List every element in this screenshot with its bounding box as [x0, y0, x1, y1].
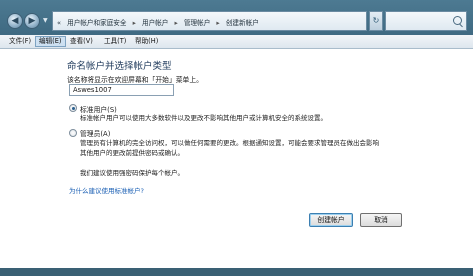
- menu-tools[interactable]: 工具(T): [101, 36, 129, 47]
- breadcrumb: « 用户帐户和家庭安全 ▸ 用户帐户 ▸ 管理帐户 ▸ 创建新帐户: [57, 17, 263, 27]
- standard-user-description: 标准帐户用户可以使用大多数软件以及更改不影响其他用户或计算机安全的系统设置。: [80, 114, 327, 122]
- menu-edit[interactable]: 编辑(E): [35, 36, 66, 47]
- breadcrumb-user-accounts[interactable]: 用户帐户: [142, 19, 168, 27]
- create-account-panel: 命名帐户并选择帐户类型 该名称将显示在欢迎屏幕和「开始」菜单上。 Aswes10…: [0, 49, 473, 268]
- administrator-label[interactable]: 管理员(A): [80, 128, 110, 138]
- account-name-input[interactable]: Aswes1007: [69, 84, 174, 96]
- administrator-description-line: 管理员有计算机的完全访问权，可以做任何需要的更改。根据通知设置，可能会要求管理员…: [80, 139, 379, 147]
- back-arrow-icon[interactable]: ◀: [7, 13, 23, 29]
- window-bottom-frame: [0, 268, 473, 276]
- breadcrumb-user-accounts-family-safety[interactable]: 用户帐户和家庭安全: [67, 19, 126, 27]
- control-panel-window: ◀ ▶ ▼ « 用户帐户和家庭安全 ▸ 用户帐户 ▸ 管理帐户 ▸ 创建新帐户 …: [0, 0, 473, 276]
- navigation-bar: ◀ ▶ ▼ « 用户帐户和家庭安全 ▸ 用户帐户 ▸ 管理帐户 ▸ 创建新帐户 …: [0, 0, 473, 34]
- address-bar[interactable]: « 用户帐户和家庭安全 ▸ 用户帐户 ▸ 管理帐户 ▸ 创建新帐户: [52, 11, 367, 31]
- create-account-button[interactable]: 创建帐户: [309, 213, 353, 227]
- menu-file[interactable]: 文件(F): [6, 36, 34, 47]
- refresh-icon[interactable]: ↻: [369, 11, 383, 31]
- breadcrumb-separator-icon[interactable]: ▸: [133, 19, 136, 27]
- menu-view[interactable]: 查看(V): [67, 36, 96, 47]
- menu-help[interactable]: 帮助(H): [132, 36, 161, 47]
- administrator-radio[interactable]: [69, 129, 77, 137]
- recent-pages-chevron-icon[interactable]: ▼: [43, 17, 48, 24]
- forward-arrow-icon[interactable]: ▶: [24, 13, 40, 29]
- page-title: 命名帐户并选择帐户类型: [67, 61, 172, 72]
- administrator-description-line: 其他用户的更改前提供密码或确认。: [80, 149, 184, 157]
- standard-user-radio[interactable]: [69, 104, 77, 112]
- breadcrumb-separator-icon[interactable]: ▸: [216, 19, 219, 27]
- name-prompt-text: 该名称将显示在欢迎屏幕和「开始」菜单上。: [67, 76, 203, 84]
- cancel-button[interactable]: 取消: [360, 213, 402, 227]
- why-standard-account-link[interactable]: 为什么建议使用标准帐户?: [69, 185, 144, 195]
- breadcrumb-separator-icon[interactable]: ▸: [175, 19, 178, 27]
- search-input[interactable]: [385, 11, 467, 31]
- breadcrumb-root-icon[interactable]: «: [57, 19, 61, 27]
- administrator-description: 管理员有计算机的完全访问权，可以做任何需要的更改。根据通知设置，可能会要求管理员…: [80, 138, 430, 158]
- password-recommendation-text: 我们建议使用强密码保护每个帐户。: [80, 169, 184, 177]
- breadcrumb-create-account[interactable]: 创建新帐户: [226, 19, 259, 27]
- breadcrumb-manage-accounts[interactable]: 管理帐户: [184, 19, 210, 27]
- search-icon[interactable]: [453, 16, 462, 25]
- menu-bar: 文件(F) 编辑(E) 查看(V) 工具(T) 帮助(H): [0, 35, 473, 49]
